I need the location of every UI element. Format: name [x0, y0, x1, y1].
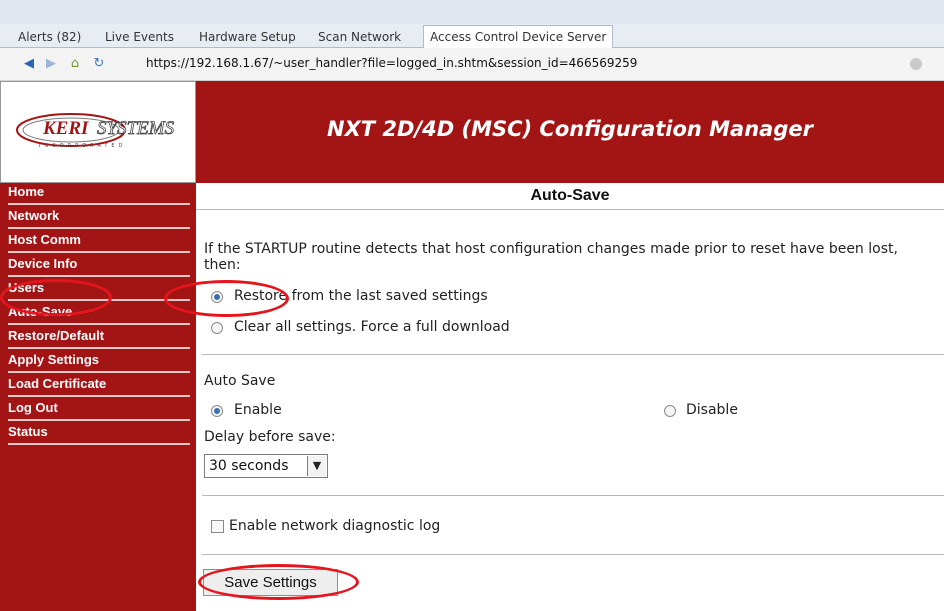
- diagnostic-log-checkbox[interactable]: [211, 520, 224, 533]
- back-icon[interactable]: ◀: [22, 57, 36, 71]
- startup-description: If the STARTUP routine detects that host…: [204, 241, 898, 273]
- delay-select[interactable]: 30 seconds ▼: [204, 454, 328, 478]
- disable-auto-save-radio[interactable]: [664, 405, 676, 417]
- diagnostic-log-label[interactable]: Enable network diagnostic log: [229, 518, 440, 534]
- section-title: Auto-Save: [196, 183, 944, 210]
- home-icon[interactable]: ⌂: [68, 57, 82, 71]
- svg-text:INCORPORATED: INCORPORATED: [39, 143, 126, 149]
- sidebar-item-host-comm[interactable]: Host Comm: [8, 231, 190, 253]
- enable-auto-save-label[interactable]: Enable: [234, 402, 282, 418]
- sidebar-item-log-out[interactable]: Log Out: [8, 399, 190, 421]
- sidebar-item-network[interactable]: Network: [8, 207, 190, 229]
- svg-text:KERI: KERI: [42, 118, 89, 139]
- sidebar-item-restore-default[interactable]: Restore/Default: [8, 327, 190, 349]
- keri-systems-logo: KERI SYSTEMS INCORPORATED: [16, 113, 175, 149]
- delay-label: Delay before save:: [204, 429, 336, 445]
- enable-auto-save-radio[interactable]: [211, 405, 223, 417]
- divider: [202, 554, 944, 555]
- tab-hardware-setup[interactable]: Hardware Setup: [193, 27, 302, 47]
- url-field[interactable]: https://192.168.1.67/~user_handler?file=…: [146, 56, 637, 70]
- stop-icon[interactable]: [910, 58, 922, 70]
- browser-tab-bar: Alerts (82) Live Events Hardware Setup S…: [0, 24, 944, 48]
- clear-settings-radio[interactable]: [211, 322, 223, 334]
- tab-live-events[interactable]: Live Events: [99, 27, 180, 47]
- clear-settings-option-label[interactable]: Clear all settings. Force a full downloa…: [234, 319, 510, 335]
- address-bar: ◀ ▶ ⌂ ↻ https://192.168.1.67/~user_handl…: [0, 48, 944, 81]
- sidebar-item-status[interactable]: Status: [8, 423, 190, 445]
- divider: [202, 354, 944, 355]
- delay-value: 30 seconds: [209, 458, 289, 474]
- chevron-down-icon[interactable]: ▼: [307, 456, 326, 476]
- refresh-icon[interactable]: ↻: [92, 57, 106, 71]
- annotation-circle-auto-save: [0, 279, 112, 316]
- forward-icon[interactable]: ▶: [44, 57, 58, 71]
- browser-top-strip: [0, 0, 944, 25]
- sidebar-item-load-certificate[interactable]: Load Certificate: [8, 375, 190, 397]
- auto-save-label: Auto Save: [204, 373, 276, 389]
- tab-access-control-device-server[interactable]: Access Control Device Server: [423, 25, 614, 48]
- annotation-circle-save-button: [198, 564, 359, 600]
- sidebar-item-device-info[interactable]: Device Info: [8, 255, 190, 277]
- main-content: Auto-Save If the STARTUP routine detects…: [196, 183, 944, 611]
- sidebar-item-home[interactable]: Home: [8, 183, 190, 205]
- page-title: NXT 2D/4D (MSC) Configuration Manager: [327, 117, 813, 141]
- sidebar-item-apply-settings[interactable]: Apply Settings: [8, 351, 190, 373]
- divider: [202, 495, 944, 496]
- tab-alerts[interactable]: Alerts (82): [12, 27, 87, 47]
- annotation-circle-restore: [164, 280, 289, 317]
- disable-auto-save-label[interactable]: Disable: [686, 402, 738, 418]
- logo-panel: KERI SYSTEMS INCORPORATED: [0, 81, 196, 183]
- sidebar-menu: Home Network Host Comm Device Info Users…: [0, 183, 196, 611]
- tab-scan-network[interactable]: Scan Network: [312, 27, 407, 47]
- svg-text:SYSTEMS: SYSTEMS: [97, 118, 175, 139]
- page-header: NXT 2D/4D (MSC) Configuration Manager: [196, 81, 944, 183]
